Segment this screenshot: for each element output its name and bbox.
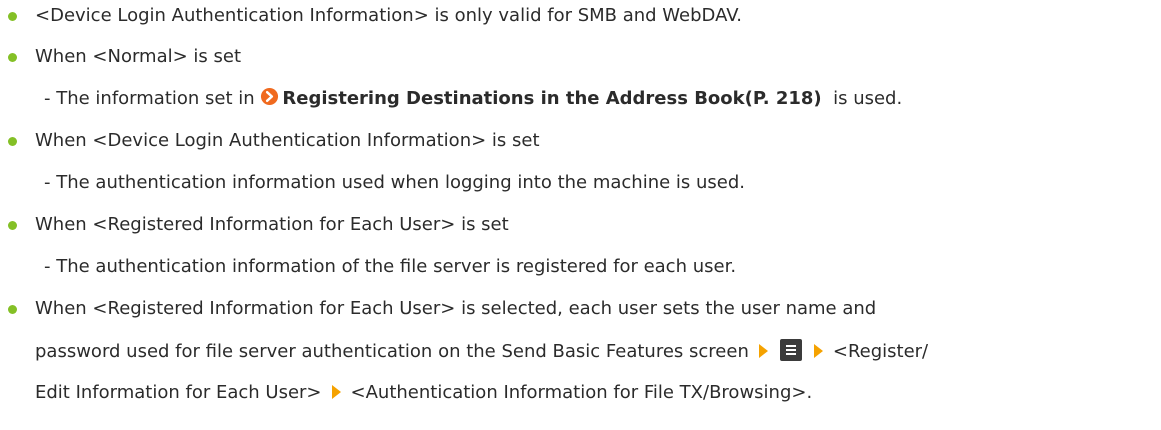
orange-triangle-right-icon <box>813 344 823 358</box>
list-item-text: When <Device Login Authentication Inform… <box>35 130 540 151</box>
list-item-text: Edit Information for Each User> <Authenti… <box>35 381 812 405</box>
sub-item: - The authentication information of the … <box>44 256 737 277</box>
list-item-text: <Device Login Authentication Information… <box>35 5 742 26</box>
line-text: <Register/ <box>832 341 929 362</box>
address-book-link[interactable]: Registering Destinations in the Address … <box>282 88 821 109</box>
orange-triangle-right-icon <box>331 385 341 399</box>
line-text: Edit Information for Each User> <box>35 382 322 403</box>
menu-icon <box>779 339 802 361</box>
orange-triangle-right-icon <box>758 344 768 358</box>
bullet-dot <box>8 12 17 21</box>
bullet-dot <box>8 221 17 230</box>
line-text: <Authentication Information for File TX/… <box>350 382 813 403</box>
circle-arrow-right-icon <box>260 87 279 113</box>
bullet-dot <box>8 137 17 146</box>
document-body: <Device Login Authentication Information… <box>0 0 1161 430</box>
list-item-text: password used for file server authentica… <box>35 339 928 364</box>
list-item-text: When <Registered Information for Each Us… <box>35 298 877 319</box>
bullet-dot <box>8 53 17 62</box>
sub-item: - The authentication information used wh… <box>44 172 746 193</box>
sub-item-prefix: - The information set in <box>44 88 261 109</box>
line-text: password used for file server authentica… <box>35 341 749 362</box>
list-item-text: When <Registered Information for Each Us… <box>35 214 509 235</box>
sub-item-suffix: is used. <box>821 88 903 109</box>
bullet-dot <box>8 305 17 314</box>
sub-item: - The information set in Registering Des… <box>44 87 902 113</box>
list-item-text: When <Normal> is set <box>35 46 242 67</box>
